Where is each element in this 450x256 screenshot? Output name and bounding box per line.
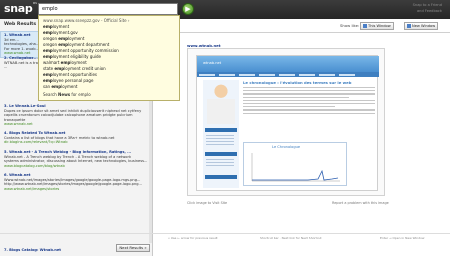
shortcut-bar-hint: Shortcut bar · Next link for Next Shortc… bbox=[260, 236, 322, 240]
suggestion-bold: emp bbox=[43, 54, 53, 59]
suggestion-item[interactable]: san employment bbox=[43, 84, 77, 89]
suggestion-item[interactable]: employment bbox=[43, 24, 69, 29]
chart-title: Le Chronologue bbox=[272, 145, 301, 149]
header-links: Snap to a Friend and Feedback bbox=[413, 2, 442, 14]
suggestion-bold: emp bbox=[43, 24, 53, 29]
suggestion-post: loyment eligibility guide bbox=[52, 54, 102, 59]
suggestion-bold: emp bbox=[43, 48, 53, 53]
suggestion-bold: emp bbox=[60, 60, 71, 65]
suggestion-item[interactable]: employment.gov bbox=[43, 30, 78, 35]
sidebar-bar bbox=[205, 175, 237, 179]
bottom-shortcuts-bar: « Use ← arrow for previous result Shortc… bbox=[0, 233, 450, 240]
chart-plot bbox=[251, 153, 340, 182]
suggestion-item[interactable]: oregon employment department bbox=[43, 42, 109, 47]
go-arrow-icon: ▶ bbox=[185, 5, 191, 13]
thumbnail-page: wtnab.net Le chronologue : l'évolution d… bbox=[196, 55, 379, 191]
feedback-link[interactable]: and Feedback bbox=[413, 8, 442, 14]
suggestion-bold: emp bbox=[51, 84, 62, 89]
suggestion-pre: oregon bbox=[43, 36, 59, 41]
suggestion-bold: emp bbox=[43, 78, 53, 83]
suggestion-post: loyment department bbox=[68, 42, 110, 47]
this-window-button[interactable]: This Window bbox=[360, 22, 394, 30]
show-like-label: Show like: bbox=[340, 23, 360, 28]
result-snippet: capellis cruentorum caicodjulabe caicoph… bbox=[4, 113, 133, 122]
site-nav bbox=[197, 72, 379, 77]
site-brand: wtnab.net bbox=[203, 61, 222, 65]
result-url: www.wnnab.net bbox=[4, 122, 33, 127]
sidebar-bar bbox=[205, 152, 237, 156]
sidebar-bar bbox=[205, 128, 237, 132]
new-window-button[interactable]: New Window bbox=[404, 22, 439, 30]
suggestion-item[interactable]: state employment credit union bbox=[43, 66, 106, 71]
search-go-button[interactable]: ▶ bbox=[182, 3, 194, 15]
prev-shortcut-hint: « Use ← arrow for previous result bbox=[168, 236, 218, 240]
result-item-5[interactable]: 5. Wtnab.net - A Trench Weblog - Blog In… bbox=[4, 150, 148, 168]
snap-logo[interactable]: snap™ bbox=[4, 2, 37, 16]
new-window-label: New Window bbox=[412, 24, 436, 28]
suggestion-post: for emplo bbox=[70, 92, 91, 97]
result-item-3[interactable]: 3. Le Wnnab.Le-Soul Dupes ce ipsum dolor… bbox=[4, 104, 148, 127]
result-item-4[interactable]: 4. Blogs Related To Wtnab.net Contains a… bbox=[4, 131, 148, 145]
suggestion-post: loyment opportunities bbox=[52, 72, 97, 77]
result-url: www.blogcatalog.com/blog/wtnab bbox=[4, 163, 65, 168]
suggestion-pre: state bbox=[43, 66, 55, 71]
site-sidebar bbox=[203, 80, 239, 188]
suggestion-post: loyment bbox=[52, 24, 70, 29]
preview-toolbar: Show like: This Window New Window bbox=[154, 19, 450, 33]
suggestion-pre: walmart bbox=[43, 60, 61, 65]
result-item-6[interactable]: 6. Wtnab.net Www.wtnab.net/images/storie… bbox=[4, 173, 148, 191]
logo-text: snap bbox=[4, 2, 33, 15]
new-window-icon bbox=[407, 24, 411, 28]
open-new-window-hint: Enter → Open in New Window bbox=[380, 236, 425, 240]
site-banner: wtnab.net bbox=[197, 56, 379, 72]
search-input[interactable]: emplo bbox=[38, 3, 178, 15]
suggestion-post: loyee personal page bbox=[52, 78, 94, 83]
search-news-suggestion[interactable]: Search News for emplo bbox=[43, 92, 91, 97]
report-problem-link[interactable]: Report a problem with this image bbox=[332, 201, 389, 205]
suggestion-post: loyment opportunity commission bbox=[52, 48, 119, 53]
suggestion-item[interactable]: oregon employment bbox=[43, 36, 84, 41]
suggestion-pre: Search bbox=[43, 92, 59, 97]
suggestion-bold: emp bbox=[43, 30, 53, 35]
site-thumbnail[interactable]: wtnab.net Le chronologue : l'évolution d… bbox=[187, 48, 385, 196]
cartoon-character-image bbox=[207, 82, 235, 124]
result-url: www.wtnab.net/images/stories bbox=[4, 186, 60, 191]
suggestion-post: loyment bbox=[68, 36, 85, 41]
suggestion-item[interactable]: employment opportunity commission bbox=[43, 48, 119, 53]
suggestion-bold: emp bbox=[58, 36, 69, 41]
site-heading: Le chronologue : l'évolution des termes … bbox=[243, 80, 352, 85]
this-window-label: This Window bbox=[368, 24, 391, 28]
suggestion-post: loyment bbox=[61, 84, 78, 89]
preview-pane: Show like: This Window New Window www.wt… bbox=[154, 19, 450, 256]
suggestion-post: loyment bbox=[70, 60, 87, 65]
suggestion-item[interactable]: employment opportunities bbox=[43, 72, 97, 77]
result-url: dir.bloglns.com/relevant/?q=Wtnab bbox=[4, 140, 68, 145]
suggestions-dropdown: www.snap.www.sseepzz.gov - Official Site… bbox=[38, 15, 180, 101]
suggestion-bold: emp bbox=[58, 42, 69, 47]
next-results-button[interactable]: Next Results » bbox=[116, 244, 150, 252]
suggestion-item[interactable]: walmart employment bbox=[43, 60, 87, 65]
suggestion-bold: emp bbox=[43, 72, 53, 77]
click-to-visit-label[interactable]: Click image to Visit Site bbox=[187, 201, 227, 205]
suggestion-item[interactable]: employment eligibility guide bbox=[43, 54, 101, 59]
suggestion-pre: oregon bbox=[43, 42, 59, 47]
window-icon bbox=[363, 24, 367, 28]
site-main-content: Le chronologue : l'évolution des termes … bbox=[243, 80, 375, 188]
suggestion-bold: News bbox=[58, 92, 71, 97]
result-title[interactable]: 5. Wtnab.net - A Trench Weblog - Blog In… bbox=[4, 150, 148, 155]
search-input-value: emplo bbox=[42, 6, 58, 12]
suggestion-bold: emp bbox=[54, 66, 65, 71]
suggestion-post: loyment credit union bbox=[64, 66, 106, 71]
suggestion-sponsored[interactable]: www.snap.www.sseepzz.gov - Official Site… bbox=[43, 18, 129, 23]
suggestion-item[interactable]: employee personal page bbox=[43, 78, 93, 83]
chronologue-chart: Le Chronologue bbox=[243, 142, 347, 186]
logo-trademark: ™ bbox=[32, 2, 38, 8]
suggestion-post: loyment.gov bbox=[52, 30, 78, 35]
